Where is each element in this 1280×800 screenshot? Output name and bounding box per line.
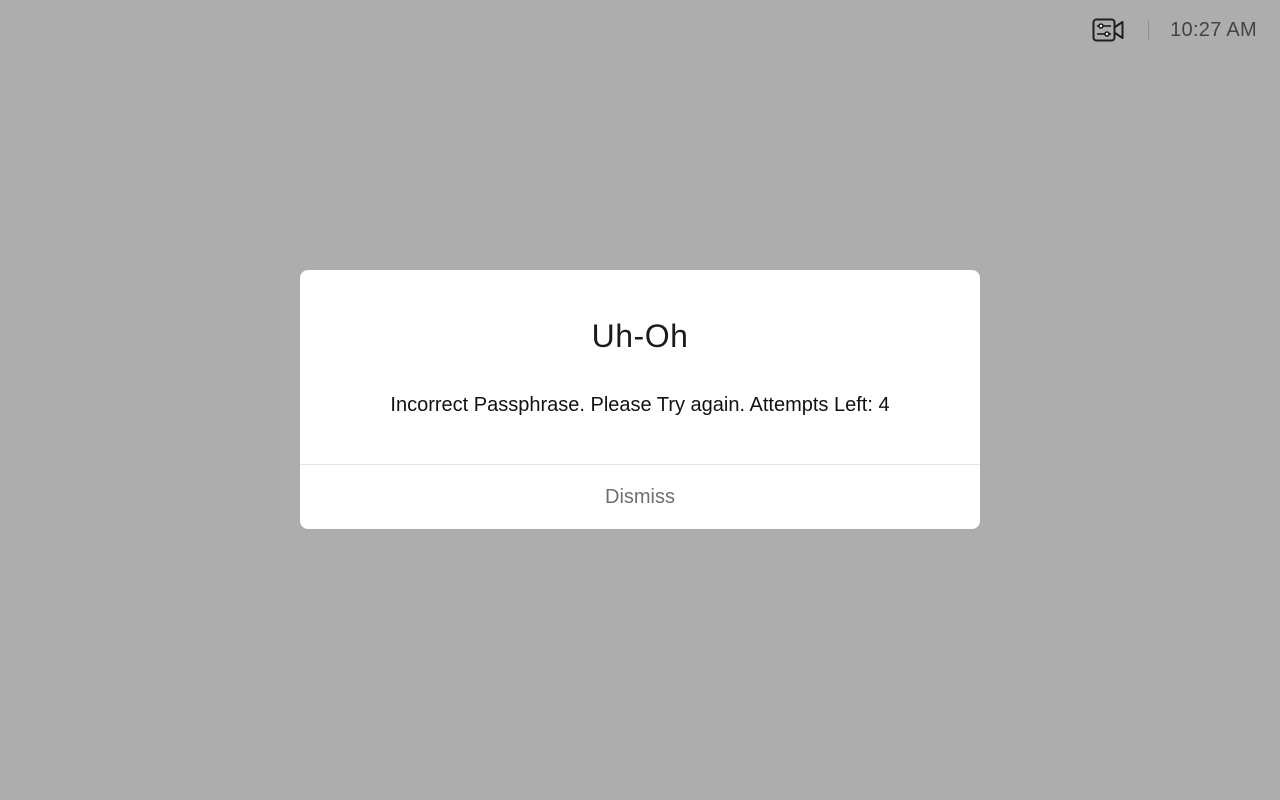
dialog-message: Incorrect Passphrase. Please Try again. … [390,394,890,416]
camera-settings-icon-graphic [1092,18,1124,42]
dialog-body: Uh-Oh Incorrect Passphrase. Please Try a… [300,270,980,464]
dialog-title: Uh-Oh [591,318,689,354]
clock: 10:27 AM [1170,18,1257,41]
status-divider [1148,20,1150,40]
error-dialog: Uh-Oh Incorrect Passphrase. Please Try a… [300,270,980,529]
camera-settings-icon[interactable] [1091,16,1125,44]
dismiss-button[interactable]: Dismiss [300,465,980,529]
status-bar: 10:27 AM [1091,0,1280,60]
